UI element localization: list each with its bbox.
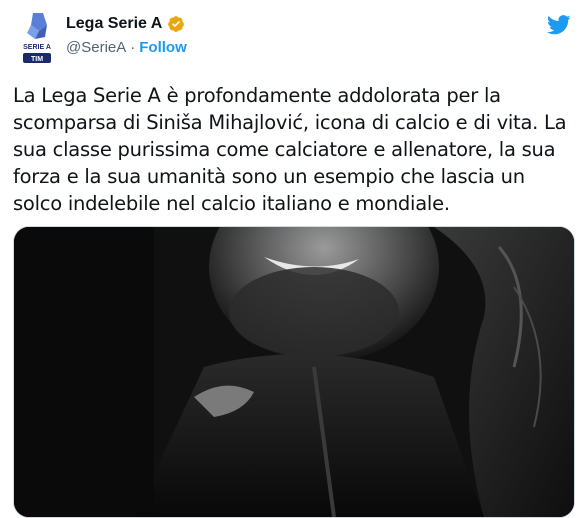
separator-dot: ·: [130, 38, 136, 56]
tweet-text: La Lega Serie A è profondamente addolora…: [13, 84, 567, 215]
verified-badge-icon: [167, 15, 185, 33]
serie-a-logo-icon: SERIE A TIM: [23, 13, 51, 63]
tweet-media-photo[interactable]: [13, 226, 575, 518]
author-block: Lega Serie A @SerieA · Follow: [66, 13, 187, 57]
author-name[interactable]: Lega Serie A: [66, 15, 162, 33]
avatar-text-bottom: TIM: [31, 56, 43, 63]
avatar[interactable]: SERIE A TIM: [13, 9, 61, 65]
name-row: Lega Serie A: [66, 13, 187, 35]
tweet-card: SERIE A TIM Lega Serie A @SerieA · Follo…: [0, 0, 584, 518]
avatar-text-top: SERIE A: [23, 44, 51, 51]
twitter-bird-icon[interactable]: [546, 15, 571, 35]
meta-row: @SerieA · Follow: [66, 37, 187, 57]
portrait-photo-icon: [14, 227, 574, 517]
follow-button[interactable]: Follow: [139, 39, 187, 56]
author-handle[interactable]: @SerieA: [66, 39, 126, 56]
